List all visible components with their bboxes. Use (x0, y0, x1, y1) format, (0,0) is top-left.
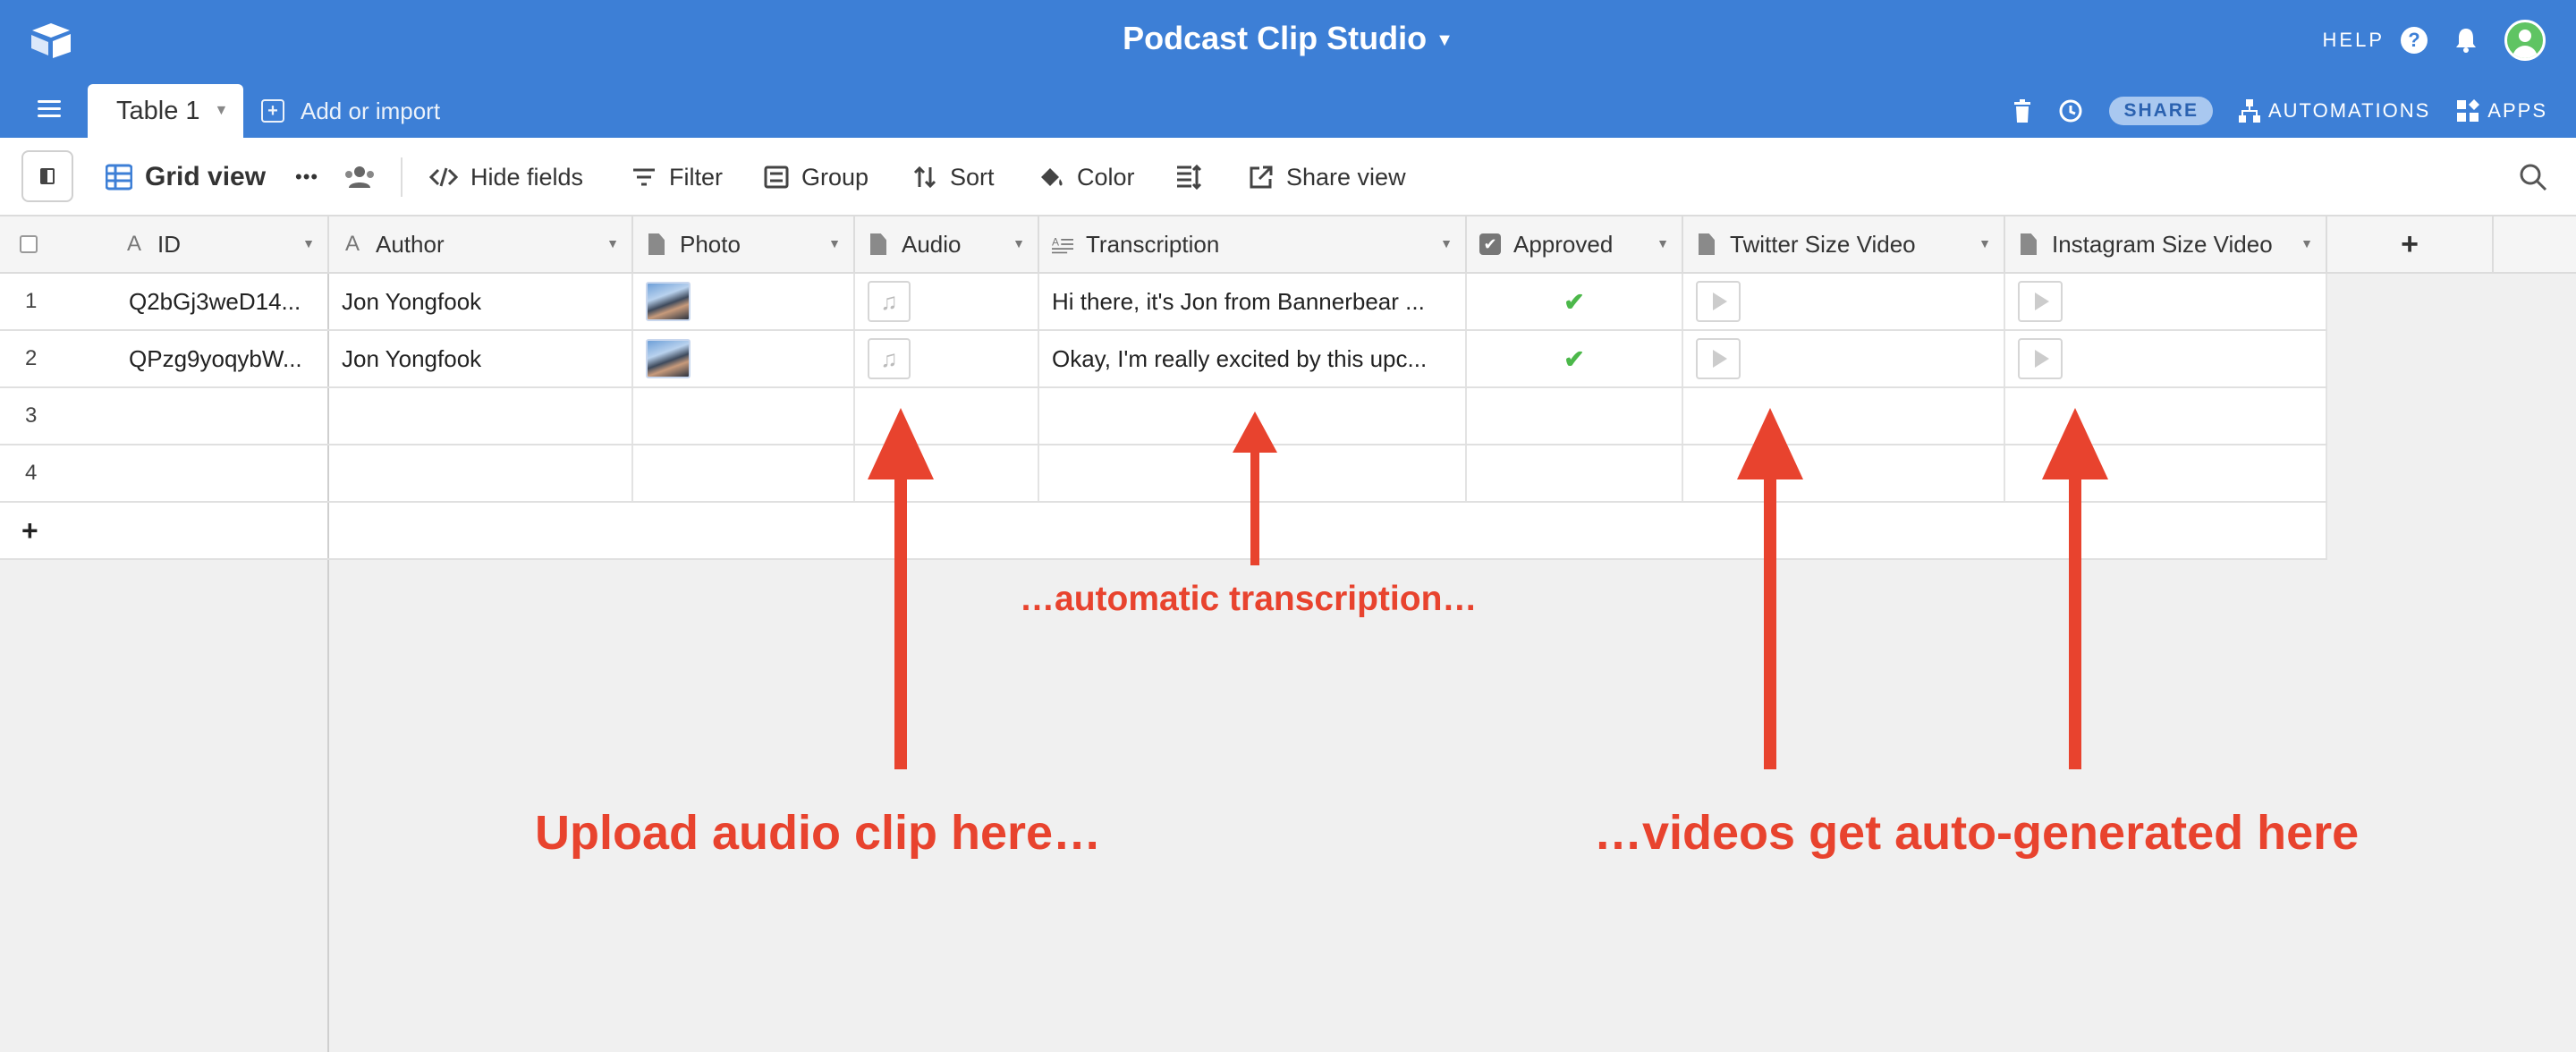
arrow-transcription (1233, 411, 1277, 565)
annotation-arrows (868, 408, 2108, 769)
annotation-transcription: …automatic transcription… (1020, 580, 1478, 618)
arrow-audio (868, 408, 934, 769)
annotation-videos: …videos get auto-generated here (1594, 806, 2360, 860)
arrow-twitter-video (1737, 408, 1803, 769)
annotation-upload: Upload audio clip here… (535, 806, 1102, 860)
arrow-instagram-video (2042, 408, 2108, 769)
